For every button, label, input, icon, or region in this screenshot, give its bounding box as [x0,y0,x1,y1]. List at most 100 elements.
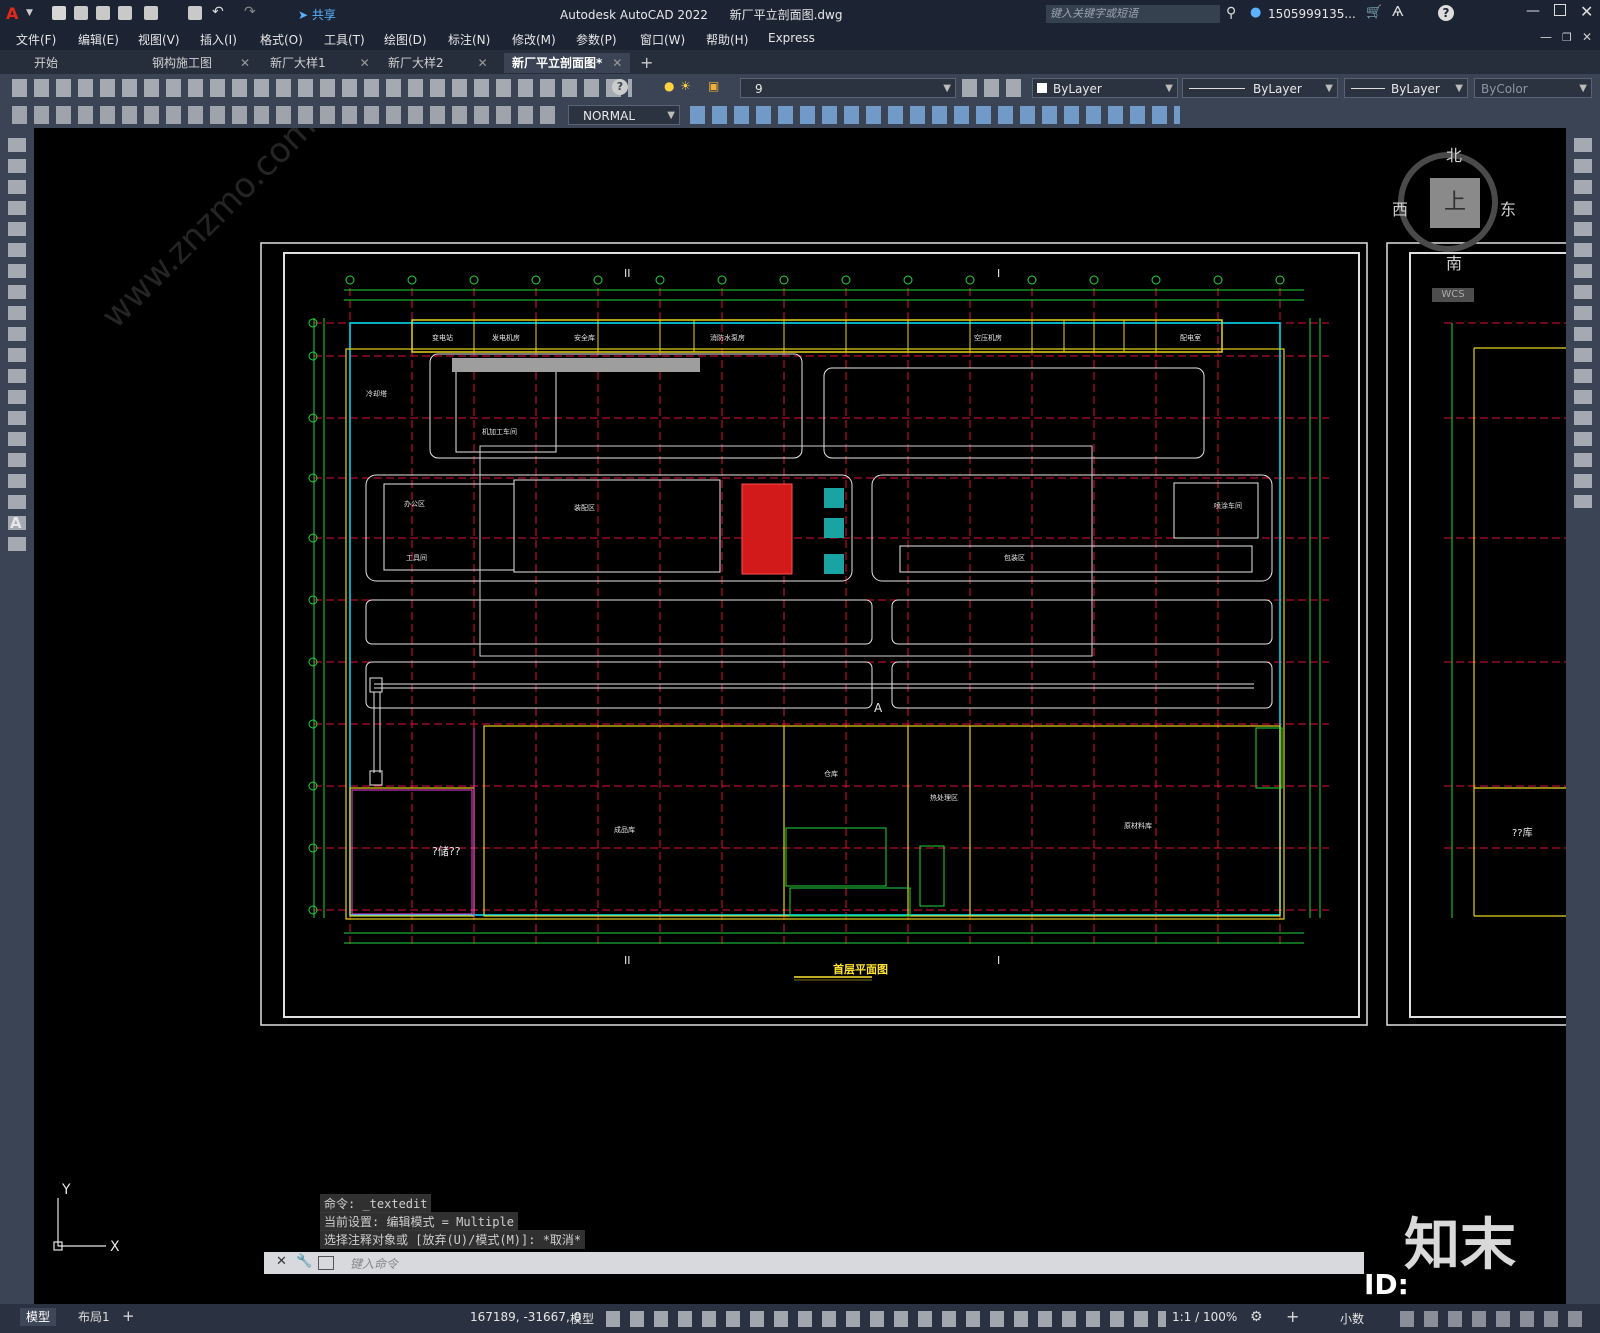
add-layout-icon[interactable]: + [122,1307,135,1325]
command-history-line: 命令: _textedit [320,1194,432,1213]
menu-modify[interactable]: 修改(M) [512,31,556,48]
print-icon[interactable] [188,6,202,20]
user-icon[interactable]: ● [1250,5,1261,20]
customize-wrench-icon[interactable]: 🔧 [296,1254,312,1269]
doc-close-icon[interactable]: ✕ [1582,30,1592,44]
plot-icon[interactable] [144,6,158,20]
linetype-dropdown[interactable]: ByLayer ▼ [1182,78,1338,98]
tab-layout1[interactable]: 布局1 [72,1308,116,1326]
tab-model[interactable]: 模型 [20,1308,57,1326]
room-label: 装配区 [574,503,595,512]
maximize-icon[interactable] [1554,4,1566,16]
open-icon[interactable] [74,6,88,20]
menu-parametric[interactable]: 参数(P) [576,31,617,48]
plotstyle-value: ByColor [1481,82,1528,96]
equipment-teal-1 [824,488,844,508]
menu-express[interactable]: Express [768,31,815,45]
layout-tab-label: 布局1 [78,1310,110,1324]
linetype-value: ByLayer [1253,82,1302,96]
menu-window[interactable]: 窗口(W) [640,31,685,48]
tab-steel-drawings[interactable]: 钢构施工图 ✕ [144,53,258,73]
viewcube-east[interactable]: 东 [1500,196,1516,220]
close-icon[interactable]: ✕ [478,56,488,70]
user-name[interactable]: 1505999135... [1268,7,1356,21]
menu-insert[interactable]: 插入(I) [200,31,237,48]
file-tabs: 开始 钢构施工图 ✕ 新厂大样1 ✕ 新厂大样2 ✕ 新厂平立剖面图* ✕ + [0,50,1600,74]
plus-icon[interactable]: + [1286,1307,1299,1326]
close-icon[interactable]: ✕ [240,56,250,70]
close-icon[interactable]: ✕ [276,1254,287,1269]
toolbar-icons-dimension [12,106,562,124]
close-icon[interactable]: ✕ [1580,2,1593,21]
tab-detail-1[interactable]: 新厂大样1 ✕ [262,53,378,73]
model-space-toggle[interactable]: 模型 [570,1310,594,1327]
lightbulb-icon[interactable]: ● [664,79,674,93]
doc-minimize-icon[interactable]: — [1540,30,1552,44]
units-display[interactable]: 小数 [1340,1310,1364,1327]
help-icon[interactable]: ? [612,79,628,95]
color-dropdown[interactable]: ByLayer ▼ [1032,78,1178,98]
close-icon[interactable]: ✕ [360,56,370,70]
text-tool-icon[interactable]: A [10,514,22,532]
menu-format[interactable]: 格式(O) [260,31,303,48]
tab-detail-2[interactable]: 新厂大样2 ✕ [380,53,496,73]
menu-tools[interactable]: 工具(T) [324,31,365,48]
viewcube-top-face[interactable]: 上 [1430,178,1480,228]
dimension-toolbar: NORMAL ▼ [0,102,1600,128]
save-icon[interactable] [96,6,110,20]
wcs-menu[interactable]: WCS [1432,288,1474,302]
quick-access-toolbar: ↶ ↷ [52,4,292,22]
viewcube-south[interactable]: 南 [1446,250,1462,274]
room-label: 仓库 [824,769,838,778]
menu-view[interactable]: 视图(V) [138,31,180,48]
equipment-teal-2 [824,518,844,538]
command-history-line: 选择注释对象或 [放弃(U)/模式(M)]: *取消* [320,1230,586,1249]
lock-icon[interactable]: ▣ [708,79,719,93]
room-label: 喷涂车间 [1214,501,1242,510]
room-label: 包装区 [1004,553,1025,562]
sun-icon[interactable]: ☀ [680,79,691,93]
menu-edit[interactable]: 编辑(E) [78,31,119,48]
autodesk-a360-icon[interactable]: Ѧ [1392,5,1403,20]
saveas-icon[interactable] [118,6,132,20]
new-icon[interactable] [52,6,66,20]
drawing-canvas[interactable]: 首层平面图 II I II I A 变电站 发电机房 安全库 消防水泵房 空压机… [34,128,1566,1304]
search-icon[interactable]: ⚲ [1226,5,1236,21]
tab-start[interactable]: 开始 [26,53,66,73]
lineweight-dropdown[interactable]: ByLayer ▼ [1344,78,1468,98]
viewcube-west[interactable]: 西 [1392,196,1408,220]
menu-draw[interactable]: 绘图(D) [384,31,427,48]
menu-file[interactable]: 文件(F) [16,31,56,48]
share-button[interactable]: ➤ 共享 [298,6,336,23]
app-title: Autodesk AutoCAD 2022 [560,8,708,22]
close-icon[interactable]: ✕ [612,56,622,70]
autocad-logo-icon[interactable]: A [6,4,18,23]
section-mark-ii-bottom: II [624,954,631,967]
undo-icon[interactable]: ↶ [212,4,224,20]
dimstyle-dropdown[interactable]: NORMAL ▼ [568,105,680,125]
dimstyle-value: NORMAL [583,109,636,123]
layer-dropdown[interactable]: 9 ▼ [740,78,956,98]
app-menu-arrow-icon[interactable]: ▼ [26,8,33,18]
menu-dimension[interactable]: 标注(N) [448,31,490,48]
command-prompt-icon[interactable] [318,1256,334,1270]
minimize-icon[interactable]: — [1526,3,1540,19]
search-input[interactable]: 键入关键字或短语 [1046,5,1220,23]
command-input[interactable]: 键入命令 [350,1255,398,1272]
plotstyle-dropdown[interactable]: ByColor ▼ [1474,78,1592,98]
menu-help[interactable]: 帮助(H) [706,31,748,48]
cart-icon[interactable]: 🛒 [1366,5,1382,20]
annotation-scale[interactable]: 1:1 / 100% [1172,1310,1237,1324]
gear-icon[interactable]: ⚙ [1250,1309,1263,1325]
conveyor-line [369,677,1254,786]
redo-icon[interactable]: ↷ [244,4,256,20]
title-bar: A ▼ ↶ ↷ ➤ 共享 Autodesk AutoCAD 2022 新厂平立剖… [0,0,1600,28]
room-label: 工具间 [406,554,427,562]
tab-floor-plan[interactable]: 新厂平立剖面图* ✕ [504,53,631,73]
help-icon[interactable]: ? [1438,5,1454,21]
doc-restore-icon[interactable]: ❐ [1562,31,1572,44]
viewcube-north[interactable]: 北 [1446,142,1462,166]
services-room [785,727,1283,917]
linetype-sample [1189,88,1245,89]
new-tab-icon[interactable]: + [640,53,653,72]
